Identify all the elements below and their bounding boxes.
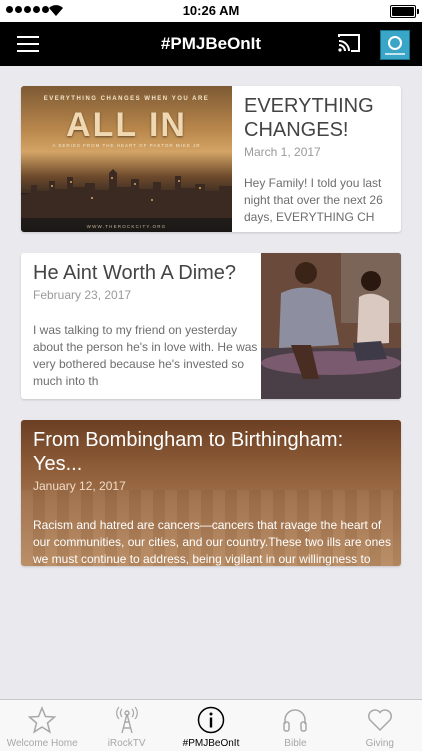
church-logo-avatar[interactable] (380, 30, 410, 60)
post-title: He Aint Worth A Dime? (33, 262, 237, 284)
all-in-series-image: EVERYTHING CHANGES WHEN YOU ARE ALL IN A… (21, 86, 232, 232)
post-date: January 12, 2017 (33, 479, 126, 493)
tab-giving[interactable]: Giving (338, 700, 422, 751)
post-excerpt: Hey Family! I told you last night that o… (244, 176, 383, 224)
tab-pmjbeonit[interactable]: #PMJBeOnIt (169, 700, 253, 751)
battery-icon (390, 5, 419, 18)
post-card[interactable]: He Aint Worth A Dime? February 23, 2017 … (21, 253, 401, 399)
post-excerpt: I was talking to my friend on yesterday … (33, 323, 258, 388)
headphones-icon (283, 709, 308, 732)
broadcast-tower-icon (115, 706, 138, 734)
post-date: March 1, 2017 (244, 145, 321, 159)
star-icon (28, 706, 57, 734)
tab-welcome-home[interactable]: Welcome Home (0, 700, 84, 751)
cast-icon[interactable] (337, 33, 361, 53)
post-title: EVERYTHING CHANGES! (244, 95, 374, 141)
status-bar: 10:26 AM (0, 0, 422, 22)
tab-irocktv[interactable]: iRockTV (84, 700, 168, 751)
post-card[interactable]: From Bombingham to Birthingham: Yes... J… (21, 420, 401, 566)
tab-bible[interactable]: Bible (253, 700, 337, 751)
couple-photo (261, 253, 401, 399)
post-card[interactable]: EVERYTHING CHANGES WHEN YOU ARE ALL IN A… (21, 86, 401, 232)
post-date: February 23, 2017 (33, 288, 132, 302)
navigation-bar: #PMJBeOnIt (0, 22, 422, 66)
info-icon (197, 706, 225, 734)
heart-icon (367, 709, 392, 732)
post-title: From Bombingham to Birthingham: Yes... (33, 429, 344, 475)
city-skyline-graphic (21, 169, 232, 218)
status-time: 10:26 AM (182, 3, 240, 18)
post-excerpt: Racism and hatred are cancers—cancers th… (33, 518, 391, 566)
tab-bar: Welcome Home iRockTV #PMJBeOnIt Bible Gi… (0, 699, 422, 751)
